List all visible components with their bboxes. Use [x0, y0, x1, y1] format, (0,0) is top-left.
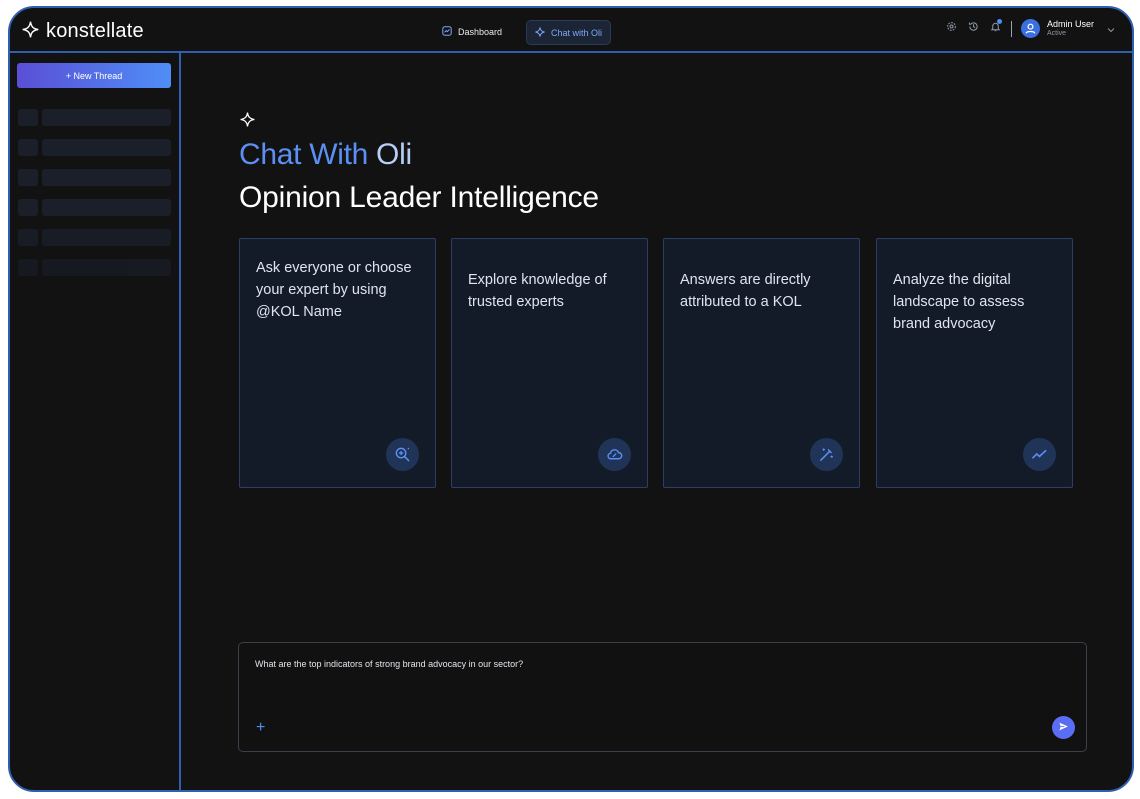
user-name: Admin User	[1047, 19, 1095, 29]
nav-chat-with-oli[interactable]: Chat with Oli	[526, 20, 612, 45]
sparkle-logo-icon	[22, 21, 39, 43]
history-icon[interactable]	[968, 21, 979, 32]
app-window: konstellate Dashboard Chat with Oli Admi…	[8, 6, 1134, 792]
thread-skeleton-row	[18, 199, 171, 216]
chat-input[interactable]	[255, 659, 1035, 669]
header-actions	[946, 19, 1002, 32]
sidebar: + New Thread	[10, 51, 181, 790]
trend-line-icon	[1023, 438, 1056, 471]
new-thread-button[interactable]: + New Thread	[17, 63, 171, 88]
user-info: Admin User Active	[1047, 19, 1094, 38]
feature-card-attributed-answers[interactable]: Answers are directly attributed to a KOL	[663, 238, 860, 488]
main-content: Chat With Oli Opinion Leader Intelligenc…	[181, 53, 1132, 790]
top-bar: konstellate Dashboard Chat with Oli Admi…	[10, 8, 1132, 53]
thread-skeleton-row	[18, 169, 171, 186]
sparkle-icon	[240, 112, 255, 132]
add-attachment-button[interactable]: +	[256, 720, 265, 736]
card-text: Analyze the digital landscape to assess …	[893, 272, 1025, 332]
user-menu[interactable]: Admin User Active	[1021, 19, 1115, 38]
nav-dashboard[interactable]: Dashboard	[434, 20, 510, 43]
send-button[interactable]	[1052, 716, 1075, 739]
page-title: Chat With Oli	[239, 138, 412, 171]
card-text: Ask everyone or choose your expert by us…	[256, 260, 412, 320]
sparkle-icon	[535, 26, 545, 39]
logo[interactable]: konstellate	[22, 20, 144, 43]
feature-card-explore-knowledge[interactable]: Explore knowledge of trusted experts	[451, 238, 648, 488]
avatar	[1021, 19, 1040, 38]
thread-skeleton-row	[18, 259, 171, 276]
user-status: Active	[1047, 30, 1067, 37]
chevron-down-icon	[1107, 20, 1115, 38]
nav-dashboard-label: Dashboard	[458, 26, 503, 37]
feature-card-ask-experts[interactable]: Ask everyone or choose your expert by us…	[239, 238, 436, 488]
card-text: Answers are directly attributed to a KOL	[680, 272, 811, 310]
card-text: Explore knowledge of trusted experts	[468, 272, 607, 310]
dashboard-icon	[442, 25, 452, 38]
main-nav: Dashboard Chat with Oli	[434, 20, 612, 45]
send-icon	[1058, 719, 1069, 737]
thread-skeleton-row	[18, 229, 171, 246]
nav-chat-label: Chat with Oli	[551, 27, 603, 38]
search-plus-icon	[386, 438, 419, 471]
magic-wand-icon	[810, 438, 843, 471]
page-subtitle: Opinion Leader Intelligence	[239, 181, 599, 214]
gear-icon[interactable]	[946, 21, 957, 32]
notification-dot	[997, 19, 1002, 24]
divider	[1011, 21, 1012, 37]
thread-skeleton-row	[18, 109, 171, 126]
feature-card-digital-landscape[interactable]: Analyze the digital landscape to assess …	[876, 238, 1073, 488]
thread-skeleton-row	[18, 139, 171, 156]
bell-icon[interactable]	[990, 19, 1002, 32]
brand-name: konstellate	[46, 20, 144, 42]
cloud-link-icon	[598, 438, 631, 471]
chat-input-box: +	[238, 642, 1087, 752]
